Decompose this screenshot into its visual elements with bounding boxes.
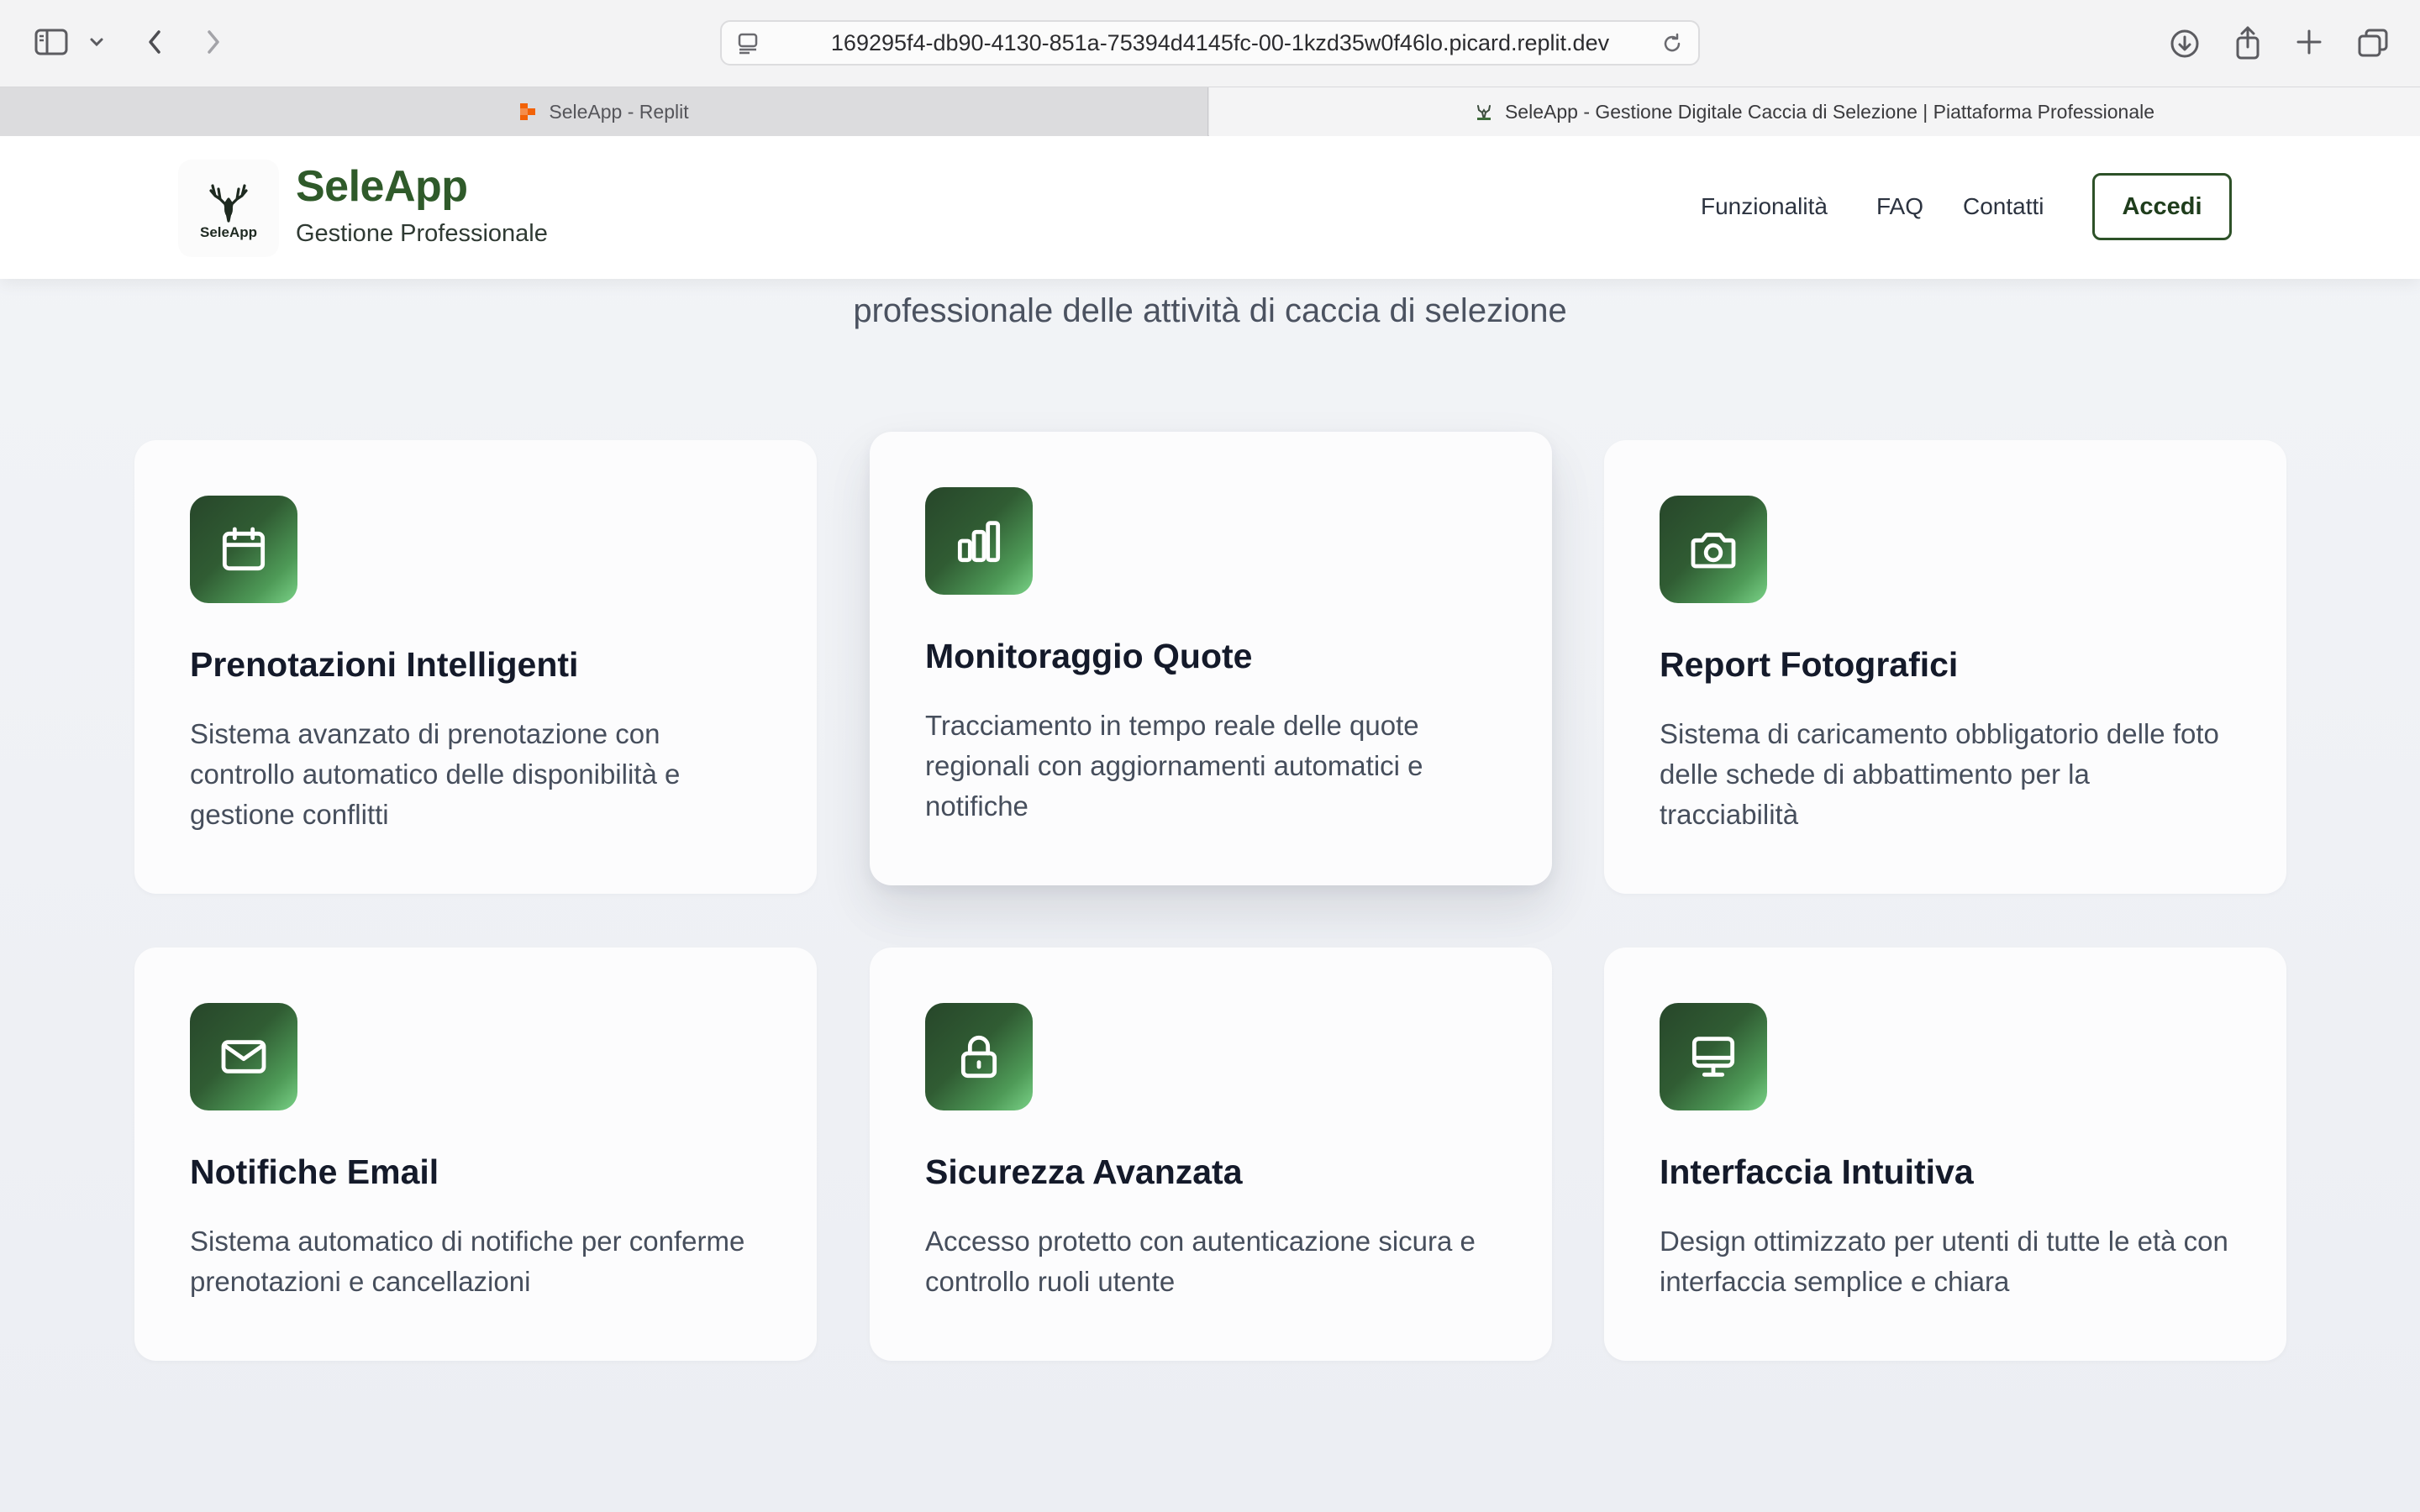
site-header: SeleApp SeleApp Gestione Professionale F…: [0, 136, 2420, 279]
back-icon[interactable]: [139, 25, 170, 59]
url-text[interactable]: 169295f4-db90-4130-851a-75394d4145fc-00-…: [809, 22, 1631, 64]
feature-title: Prenotazioni Intelligenti: [190, 645, 579, 684]
feature-description: Sistema automatico di notifiche per conf…: [190, 1226, 745, 1297]
forward-icon[interactable]: [198, 25, 229, 59]
bar-chart-icon: [925, 487, 1033, 595]
page-settings-icon[interactable]: [734, 30, 762, 57]
nav-link-funzionalita[interactable]: Funzionalità: [1701, 193, 1828, 220]
login-button[interactable]: Accedi: [2092, 173, 2232, 240]
deer-favicon-icon: [1475, 102, 1493, 121]
feature-description: Design ottimizzato per utenti di tutte l…: [1660, 1226, 2228, 1297]
feature-description: Accesso protetto con autenticazione sicu…: [925, 1226, 1476, 1297]
monitor-icon: [1660, 1003, 1767, 1110]
feature-description: Sistema di caricamento obbligatorio dell…: [1660, 718, 2219, 830]
tab-title: SeleApp - Gestione Digitale Caccia di Se…: [1504, 100, 2155, 123]
feature-title: Report Fotografici: [1660, 645, 1959, 684]
new-tab-icon[interactable]: [2292, 25, 2326, 59]
feature-card: Prenotazioni Intelligenti Sistema avanza…: [134, 440, 817, 894]
logo-caption: SeleApp: [199, 224, 258, 240]
tab-seleapp[interactable]: SeleApp - Gestione Digitale Caccia di Se…: [1209, 87, 2420, 136]
sidebar-toggle-icon[interactable]: [32, 25, 71, 59]
downloads-icon[interactable]: [2166, 25, 2203, 62]
nav-link-faq[interactable]: FAQ: [1876, 193, 1923, 220]
logo[interactable]: SeleApp: [178, 160, 279, 257]
calendar-icon: [190, 496, 297, 603]
camera-icon: [1660, 496, 1767, 603]
tab-replit[interactable]: SeleApp - Replit: [0, 87, 1208, 136]
feature-description: Tracciamento in tempo reale delle quote …: [925, 710, 1423, 822]
tab-title: SeleApp - Replit: [549, 100, 689, 123]
feature-card: Sicurezza Avanzata Accesso protetto con …: [870, 948, 1552, 1361]
reload-icon[interactable]: [1658, 30, 1686, 57]
page-content: SeleApp SeleApp Gestione Professionale F…: [0, 136, 2420, 1512]
feature-card: Interfaccia Intuitiva Design ottimizzato…: [1604, 948, 2286, 1361]
feature-card: Report Fotografici Sistema di caricament…: [1604, 440, 2286, 894]
lock-icon: [925, 1003, 1033, 1110]
deer-logo-icon: [209, 184, 248, 223]
feature-card: Notifiche Email Sistema automatico di no…: [134, 948, 817, 1361]
tab-overview-icon[interactable]: [2354, 25, 2391, 60]
feature-title: Monitoraggio Quote: [925, 637, 1253, 675]
address-bar[interactable]: 169295f4-db90-4130-851a-75394d4145fc-00-…: [720, 20, 1700, 66]
hero-subtitle: professionale delle attività di caccia d…: [853, 292, 1567, 329]
brand-subtitle: Gestione Professionale: [296, 220, 548, 247]
share-icon[interactable]: [2230, 24, 2265, 62]
browser-toolbar: 169295f4-db90-4130-851a-75394d4145fc-00-…: [0, 0, 2420, 87]
feature-title: Notifiche Email: [190, 1152, 439, 1191]
feature-description: Sistema avanzato di prenotazione con con…: [190, 718, 681, 830]
chevron-down-icon[interactable]: [86, 30, 108, 54]
feature-title: Interfaccia Intuitiva: [1660, 1152, 1974, 1191]
tab-strip: SeleApp - Replit SeleApp - Gestione Digi…: [0, 87, 2420, 136]
feature-card: Monitoraggio Quote Tracciamento in tempo…: [870, 432, 1552, 885]
feature-title: Sicurezza Avanzata: [925, 1152, 1243, 1191]
mail-icon: [190, 1003, 297, 1110]
brand-name[interactable]: SeleApp: [296, 161, 468, 212]
nav-link-contatti[interactable]: Contatti: [1963, 193, 2044, 220]
replit-favicon-icon: [518, 102, 537, 121]
